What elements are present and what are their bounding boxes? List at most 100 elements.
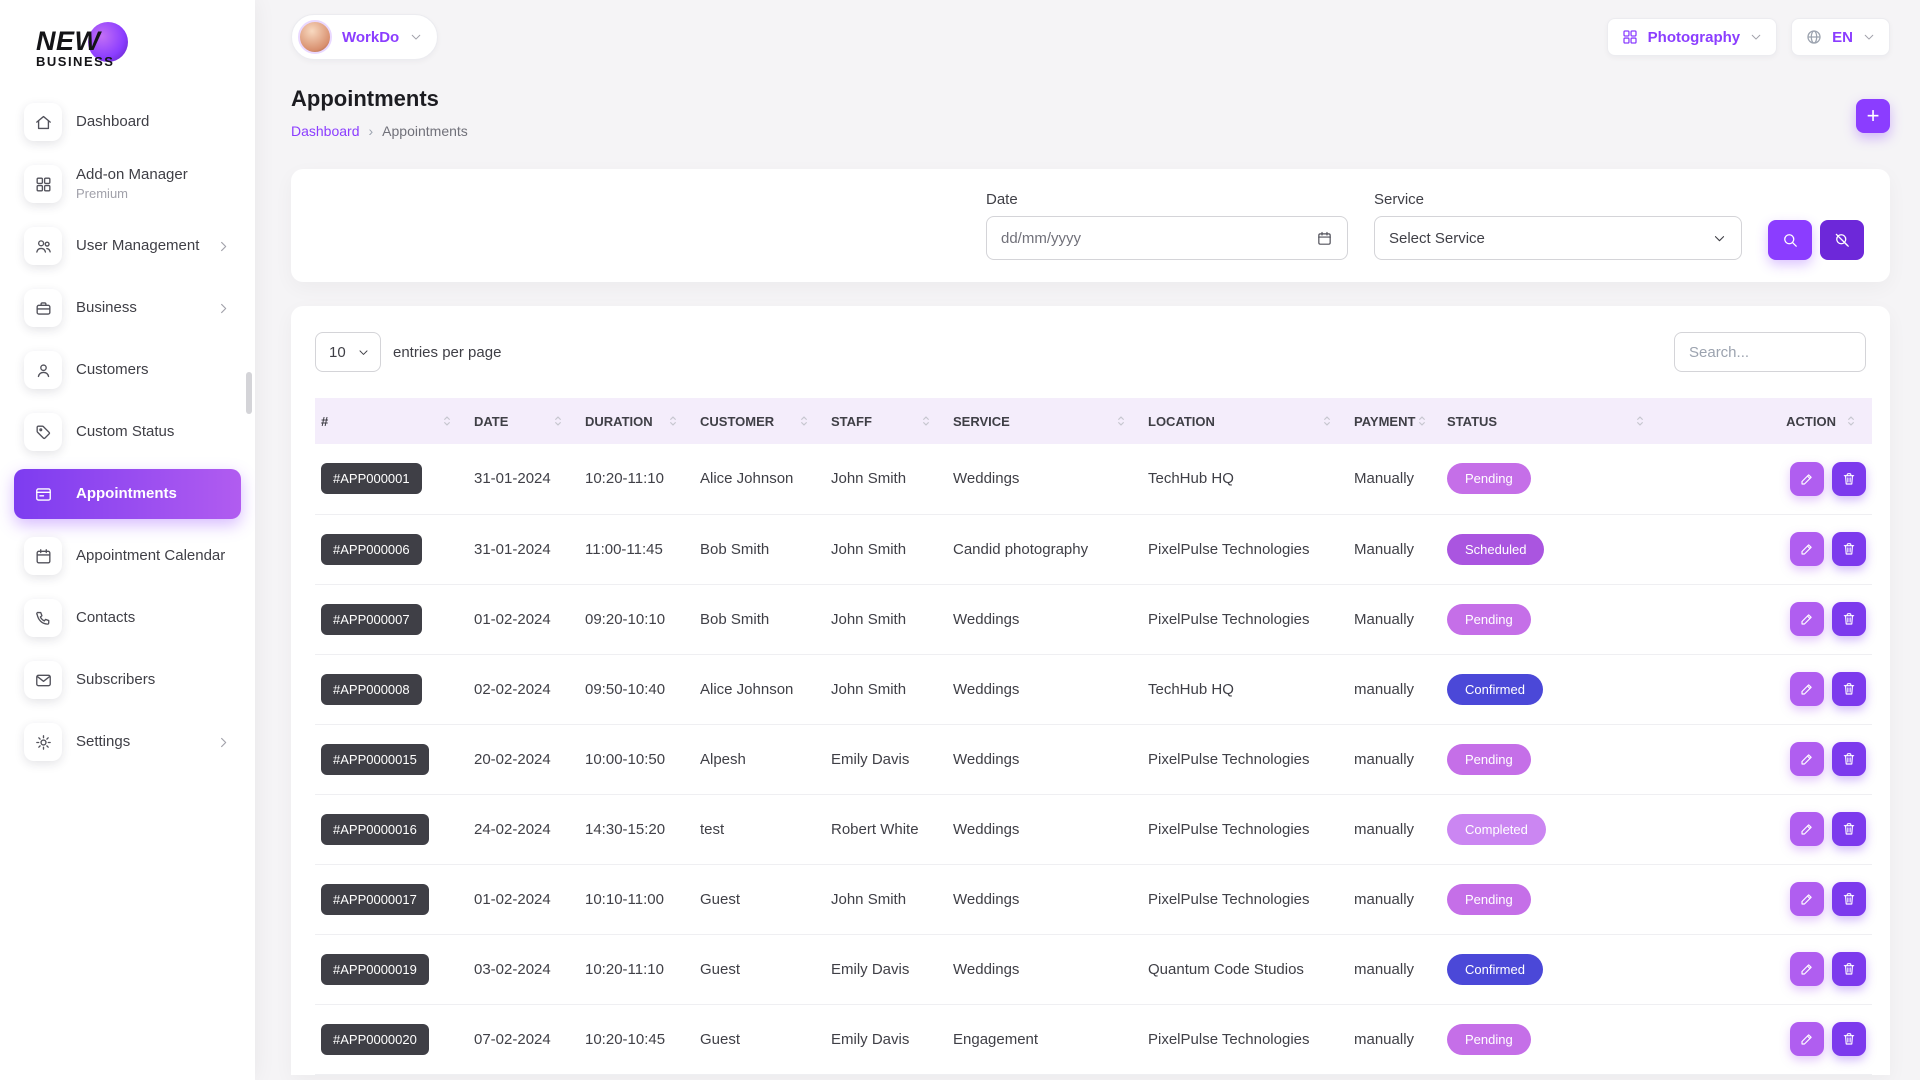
delete-button[interactable] <box>1832 1022 1866 1056</box>
cell-duration: 11:00-11:45 <box>579 514 694 584</box>
delete-button[interactable] <box>1832 742 1866 776</box>
column-header-staff[interactable]: STAFF <box>825 398 947 444</box>
tag-icon <box>24 413 62 451</box>
cell-staff: John Smith <box>825 584 947 654</box>
cell-payment: manually <box>1348 654 1441 724</box>
edit-button[interactable] <box>1790 602 1824 636</box>
table-search-input[interactable] <box>1674 332 1866 372</box>
breadcrumb-item[interactable]: Dashboard <box>291 123 360 139</box>
cell-payment: manually <box>1348 724 1441 794</box>
cell-location: PixelPulse Technologies <box>1142 584 1348 654</box>
sidebar-item-customers[interactable]: Customers <box>14 345 241 395</box>
cell-service: Weddings <box>947 444 1142 514</box>
filter-actions <box>1768 220 1864 260</box>
column-header-label: STAFF <box>831 414 872 429</box>
sidebar-item-business[interactable]: Business <box>14 283 241 333</box>
column-header--[interactable]: # <box>315 398 468 444</box>
column-header-status[interactable]: STATUS <box>1441 398 1661 444</box>
gear-icon <box>24 723 62 761</box>
filter-search-button[interactable] <box>1768 220 1812 260</box>
chevron-down-icon <box>357 346 370 359</box>
column-header-duration[interactable]: DURATION <box>579 398 694 444</box>
status-badge: Pending <box>1447 604 1531 635</box>
status-badge: Scheduled <box>1447 534 1544 565</box>
column-header-label: # <box>321 414 328 429</box>
sidebar-item-subscribers[interactable]: Subscribers <box>14 655 241 705</box>
pencil-icon <box>1799 961 1815 977</box>
cell-payment: manually <box>1348 1004 1441 1074</box>
phone-icon <box>24 599 62 637</box>
edit-button[interactable] <box>1790 672 1824 706</box>
cell-staff: Emily Davis <box>825 934 947 1004</box>
entries-control: 10 entries per page <box>315 332 501 372</box>
delete-button[interactable] <box>1832 882 1866 916</box>
cell-duration: 10:20-11:10 <box>579 444 694 514</box>
cell-duration: 10:20-11:10 <box>579 934 694 1004</box>
edit-button[interactable] <box>1790 812 1824 846</box>
column-header-action[interactable]: ACTION <box>1661 398 1872 444</box>
sort-icon <box>1844 414 1858 428</box>
edit-button[interactable] <box>1790 742 1824 776</box>
table-row: #APP000001701-02-202410:10-11:00GuestJoh… <box>315 864 1872 934</box>
column-header-payment[interactable]: PAYMENT <box>1348 398 1441 444</box>
cell-customer: Alice Johnson <box>694 654 825 724</box>
module-switcher[interactable]: Photography <box>1607 18 1778 56</box>
edit-button[interactable] <box>1790 462 1824 496</box>
sidebar-item-add-on-manager[interactable]: Add-on ManagerPremium <box>14 159 241 209</box>
sidebar-item-user-management[interactable]: User Management <box>14 221 241 271</box>
sidebar-item-appointment-calendar[interactable]: Appointment Calendar <box>14 531 241 581</box>
add-appointment-button[interactable]: + <box>1856 99 1890 133</box>
cell-duration: 10:20-10:45 <box>579 1004 694 1074</box>
delete-button[interactable] <box>1832 952 1866 986</box>
breadcrumb-item: Appointments <box>382 123 468 139</box>
edit-button[interactable] <box>1790 1022 1824 1056</box>
delete-button[interactable] <box>1832 812 1866 846</box>
cell-staff: John Smith <box>825 864 947 934</box>
cell-date: 31-01-2024 <box>468 514 579 584</box>
column-header-date[interactable]: DATE <box>468 398 579 444</box>
trash-icon <box>1841 891 1857 907</box>
filter-card: Date dd/mm/yyyy Service Select Service <box>291 169 1890 282</box>
language-switcher[interactable]: EN <box>1791 18 1890 56</box>
sidebar-scrollbar[interactable] <box>246 372 252 414</box>
appointment-id-badge: #APP000006 <box>321 534 422 565</box>
cell-staff: Robert White <box>825 794 947 864</box>
filter-reset-button[interactable] <box>1820 220 1864 260</box>
column-header-location[interactable]: LOCATION <box>1142 398 1348 444</box>
delete-button[interactable] <box>1832 532 1866 566</box>
sidebar-item-dashboard[interactable]: Dashboard <box>14 97 241 147</box>
avatar <box>298 20 332 54</box>
status-badge: Completed <box>1447 814 1546 845</box>
column-header-service[interactable]: SERVICE <box>947 398 1142 444</box>
edit-button[interactable] <box>1790 952 1824 986</box>
cell-location: PixelPulse Technologies <box>1142 864 1348 934</box>
cell-customer: Alice Johnson <box>694 444 825 514</box>
sidebar-item-appointments[interactable]: Appointments <box>14 469 241 519</box>
chevron-down-icon <box>1712 231 1727 246</box>
sidebar-item-label: Business <box>76 299 137 317</box>
cell-payment: Manually <box>1348 584 1441 654</box>
edit-button[interactable] <box>1790 532 1824 566</box>
entries-per-page-select[interactable]: 10 <box>315 332 381 372</box>
trash-icon <box>1841 821 1857 837</box>
page-head: Appointments Dashboard›Appointments + <box>291 86 1890 139</box>
sidebar-item-label: Add-on ManagerPremium <box>76 166 188 202</box>
sidebar-item-contacts[interactable]: Contacts <box>14 593 241 643</box>
service-select[interactable]: Select Service <box>1374 216 1742 260</box>
sidebar-item-sublabel: Premium <box>76 186 188 202</box>
edit-button[interactable] <box>1790 882 1824 916</box>
column-header-customer[interactable]: CUSTOMER <box>694 398 825 444</box>
delete-button[interactable] <box>1832 602 1866 636</box>
sidebar-item-settings[interactable]: Settings <box>14 717 241 767</box>
pencil-icon <box>1799 611 1815 627</box>
workspace-switcher[interactable]: WorkDo <box>291 14 438 60</box>
sidebar-item-label: User Management <box>76 237 199 255</box>
delete-button[interactable] <box>1832 462 1866 496</box>
cell-location: PixelPulse Technologies <box>1142 1004 1348 1074</box>
sidebar-item-custom-status[interactable]: Custom Status <box>14 407 241 457</box>
delete-button[interactable] <box>1832 672 1866 706</box>
trash-icon <box>1841 471 1857 487</box>
date-input[interactable]: dd/mm/yyyy <box>986 216 1348 260</box>
service-field: Service Select Service <box>1374 191 1742 260</box>
sort-icon <box>440 414 454 428</box>
